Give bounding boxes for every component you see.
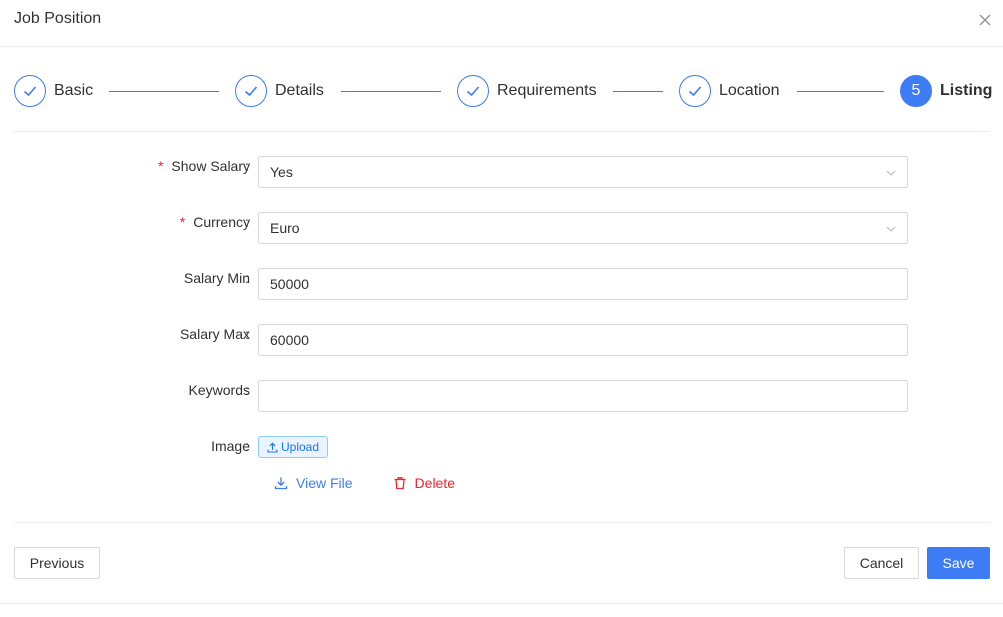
step-requirements[interactable]: Requirements (457, 74, 597, 108)
delete-label: Delete (414, 475, 456, 491)
divider (14, 131, 990, 132)
dialog-header: Job Position (0, 0, 1003, 47)
colon: : (245, 382, 249, 398)
form-row-salary-max: Salary Max : 60000 (0, 324, 1003, 356)
steps-bar: Basic Details Requirements Location 5 Li… (14, 74, 992, 110)
form-row-currency: * Currency : Euro (0, 212, 1003, 244)
select-value: Yes (270, 164, 293, 180)
step-label: Listing (940, 82, 993, 99)
field-label: * Show Salary (158, 158, 250, 174)
check-icon (679, 75, 711, 107)
required-mark: * (157, 158, 164, 174)
file-actions: View File Delete (274, 474, 455, 492)
colon: : (245, 270, 249, 286)
step-number: 5 (900, 75, 932, 107)
required-mark: * (179, 214, 186, 230)
form-row-keywords: Keywords : (0, 380, 1003, 412)
colon: : (245, 438, 249, 454)
upload-label: Upload (281, 440, 320, 454)
form-row-image: Image : Upload (0, 436, 1003, 468)
view-file-link[interactable]: View File (274, 475, 353, 491)
salary-max-input[interactable]: 60000 (258, 324, 908, 356)
colon: : (245, 214, 249, 230)
label-text: Show Salary (171, 158, 250, 174)
save-button[interactable]: Save (927, 547, 990, 579)
step-connector (109, 91, 219, 92)
field-label: * Currency (180, 214, 250, 230)
upload-button[interactable]: Upload (258, 436, 329, 458)
field-label: Salary Min (183, 270, 250, 286)
step-label: Details (275, 82, 324, 99)
chevron-down-icon (886, 170, 896, 176)
close-icon[interactable] (976, 11, 994, 29)
field-label: Salary Max (179, 326, 250, 342)
upload-icon (267, 442, 278, 453)
form-row-salary-min: Salary Min : 50000 (0, 268, 1003, 300)
step-details[interactable]: Details (235, 74, 324, 108)
previous-button[interactable]: Previous (14, 547, 100, 579)
view-file-label: View File (296, 475, 353, 491)
step-connector (613, 91, 663, 92)
step-label: Requirements (497, 82, 597, 99)
cancel-button[interactable]: Cancel (844, 547, 919, 579)
divider (14, 522, 990, 523)
download-icon (274, 477, 288, 490)
colon: : (245, 158, 249, 174)
select-value: Euro (270, 220, 300, 236)
step-connector (341, 91, 441, 92)
delete-link[interactable]: Delete (393, 475, 455, 491)
keywords-input[interactable] (258, 380, 908, 412)
form-row-show-salary: * Show Salary : Yes (0, 156, 1003, 188)
step-basic[interactable]: Basic (14, 74, 93, 108)
show-salary-select[interactable]: Yes (258, 156, 908, 188)
check-icon (235, 75, 267, 107)
step-label: Basic (54, 82, 94, 99)
check-icon (14, 75, 46, 107)
bottom-divider (0, 603, 1003, 604)
trash-icon (394, 477, 406, 490)
colon: : (245, 326, 249, 342)
step-connector (797, 91, 884, 92)
check-icon (457, 75, 489, 107)
step-location[interactable]: Location (679, 74, 780, 108)
label-text: Currency (193, 214, 250, 230)
currency-select[interactable]: Euro (258, 212, 908, 244)
step-listing[interactable]: 5 Listing (900, 74, 992, 108)
field-label: Keywords (188, 382, 250, 398)
chevron-down-icon (886, 226, 896, 232)
salary-min-input[interactable]: 50000 (258, 268, 908, 300)
dialog-title: Job Position (14, 10, 102, 27)
step-label: Location (719, 82, 780, 99)
